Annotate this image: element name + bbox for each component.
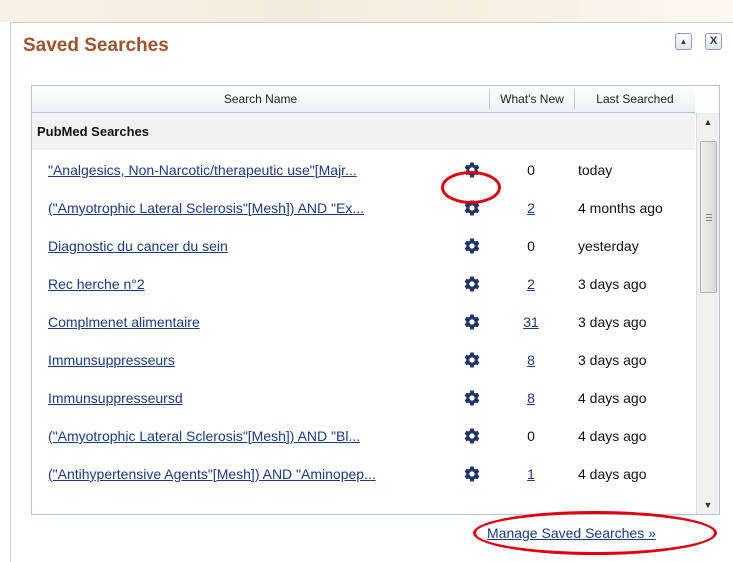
whats-new-count: 0 [527, 162, 535, 178]
saved-searches-table: Search Name What's New Last Searched Pub… [31, 85, 720, 515]
scrollbar-thumb[interactable] [700, 141, 717, 293]
last-searched-value: yesterday [578, 238, 639, 254]
last-searched-value: 4 months ago [578, 200, 663, 216]
vertical-scrollbar[interactable]: ▲ ▼ [696, 113, 719, 514]
page-background-strip [0, 0, 733, 22]
whats-new-link[interactable]: 1 [518, 455, 544, 493]
table-header: Search Name What's New Last Searched [32, 86, 695, 113]
gear-icon[interactable] [463, 161, 481, 179]
gear-icon[interactable] [463, 427, 481, 445]
gear-icon[interactable] [463, 199, 481, 217]
search-name-link[interactable]: ("Amyotrophic Lateral Sclerosis"[Mesh]) … [48, 189, 364, 227]
gear-icon[interactable] [463, 351, 481, 369]
search-name-link[interactable]: Rec herche n°2 [48, 265, 145, 303]
search-name-link[interactable]: ("Amyotrophic Lateral Sclerosis"[Mesh]) … [48, 417, 360, 455]
last-searched-value: 3 days ago [578, 276, 647, 292]
column-header-search-name[interactable]: Search Name [32, 86, 489, 112]
table-row: Rec herche n°2 2 3 days ago [32, 265, 695, 303]
column-header-whats-new[interactable]: What's New [490, 86, 574, 112]
table-row: ("Amyotrophic Lateral Sclerosis"[Mesh]) … [32, 189, 695, 227]
last-searched-value: today [578, 162, 613, 178]
scroll-down-arrow-icon[interactable]: ▼ [697, 496, 719, 514]
table-row: Immunsuppresseursd 8 4 days ago [32, 379, 695, 417]
last-searched-value: 4 days ago [578, 428, 647, 444]
whats-new-link[interactable]: 8 [518, 341, 544, 379]
gear-icon[interactable] [463, 389, 481, 407]
group-header-pubmed: PubMed Searches [32, 113, 695, 150]
column-header-last-searched[interactable]: Last Searched [575, 86, 695, 112]
panel-title: Saved Searches [23, 35, 169, 56]
triangle-up-icon: ▲ [679, 36, 688, 46]
whats-new-count: 0 [527, 238, 535, 254]
gear-icon[interactable] [463, 237, 481, 255]
table-body: PubMed Searches "Analgesics, Non-Narcoti… [32, 113, 695, 514]
table-row: Immunsuppresseurs 8 3 days ago [32, 341, 695, 379]
last-searched-value: 4 days ago [578, 390, 647, 406]
whats-new-count: 0 [527, 428, 535, 444]
gear-icon[interactable] [463, 313, 481, 331]
gear-icon[interactable] [463, 275, 481, 293]
last-searched-value: 3 days ago [578, 314, 647, 330]
search-name-link[interactable]: "Analgesics, Non-Narcotic/therapeutic us… [48, 151, 357, 189]
close-x-icon: X [709, 35, 718, 47]
manage-saved-searches-link[interactable]: Manage Saved Searches » [487, 525, 656, 541]
whats-new-link[interactable]: 31 [518, 303, 544, 341]
table-row: Diagnostic du cancer du sein 0 yesterday [32, 227, 695, 265]
close-button[interactable]: X [705, 33, 722, 50]
search-name-link[interactable]: Immunsuppresseursd [48, 379, 183, 417]
saved-searches-panel: Saved Searches ▲ X Search Name What's Ne… [10, 22, 733, 562]
search-name-link[interactable]: Immunsuppresseurs [48, 341, 175, 379]
whats-new-link[interactable]: 8 [518, 379, 544, 417]
search-name-link[interactable]: Complmenet alimentaire [48, 303, 200, 341]
search-name-link[interactable]: ("Antihypertensive Agents"[Mesh]) AND "A… [48, 455, 376, 493]
whats-new-link[interactable]: 2 [518, 265, 544, 303]
grip-icon [706, 214, 712, 215]
table-row: "Analgesics, Non-Narcotic/therapeutic us… [32, 151, 695, 189]
table-row: ("Antihypertensive Agents"[Mesh]) AND "A… [32, 455, 695, 493]
table-row: Complmenet alimentaire 31 3 days ago [32, 303, 695, 341]
scroll-up-arrow-icon[interactable]: ▲ [697, 113, 719, 131]
last-searched-value: 4 days ago [578, 466, 647, 482]
collapse-button[interactable]: ▲ [675, 33, 692, 50]
table-row: ("Amyotrophic Lateral Sclerosis"[Mesh]) … [32, 417, 695, 455]
search-name-link[interactable]: Diagnostic du cancer du sein [48, 227, 228, 265]
gear-icon[interactable] [463, 465, 481, 483]
last-searched-value: 3 days ago [578, 352, 647, 368]
whats-new-link[interactable]: 2 [518, 189, 544, 227]
